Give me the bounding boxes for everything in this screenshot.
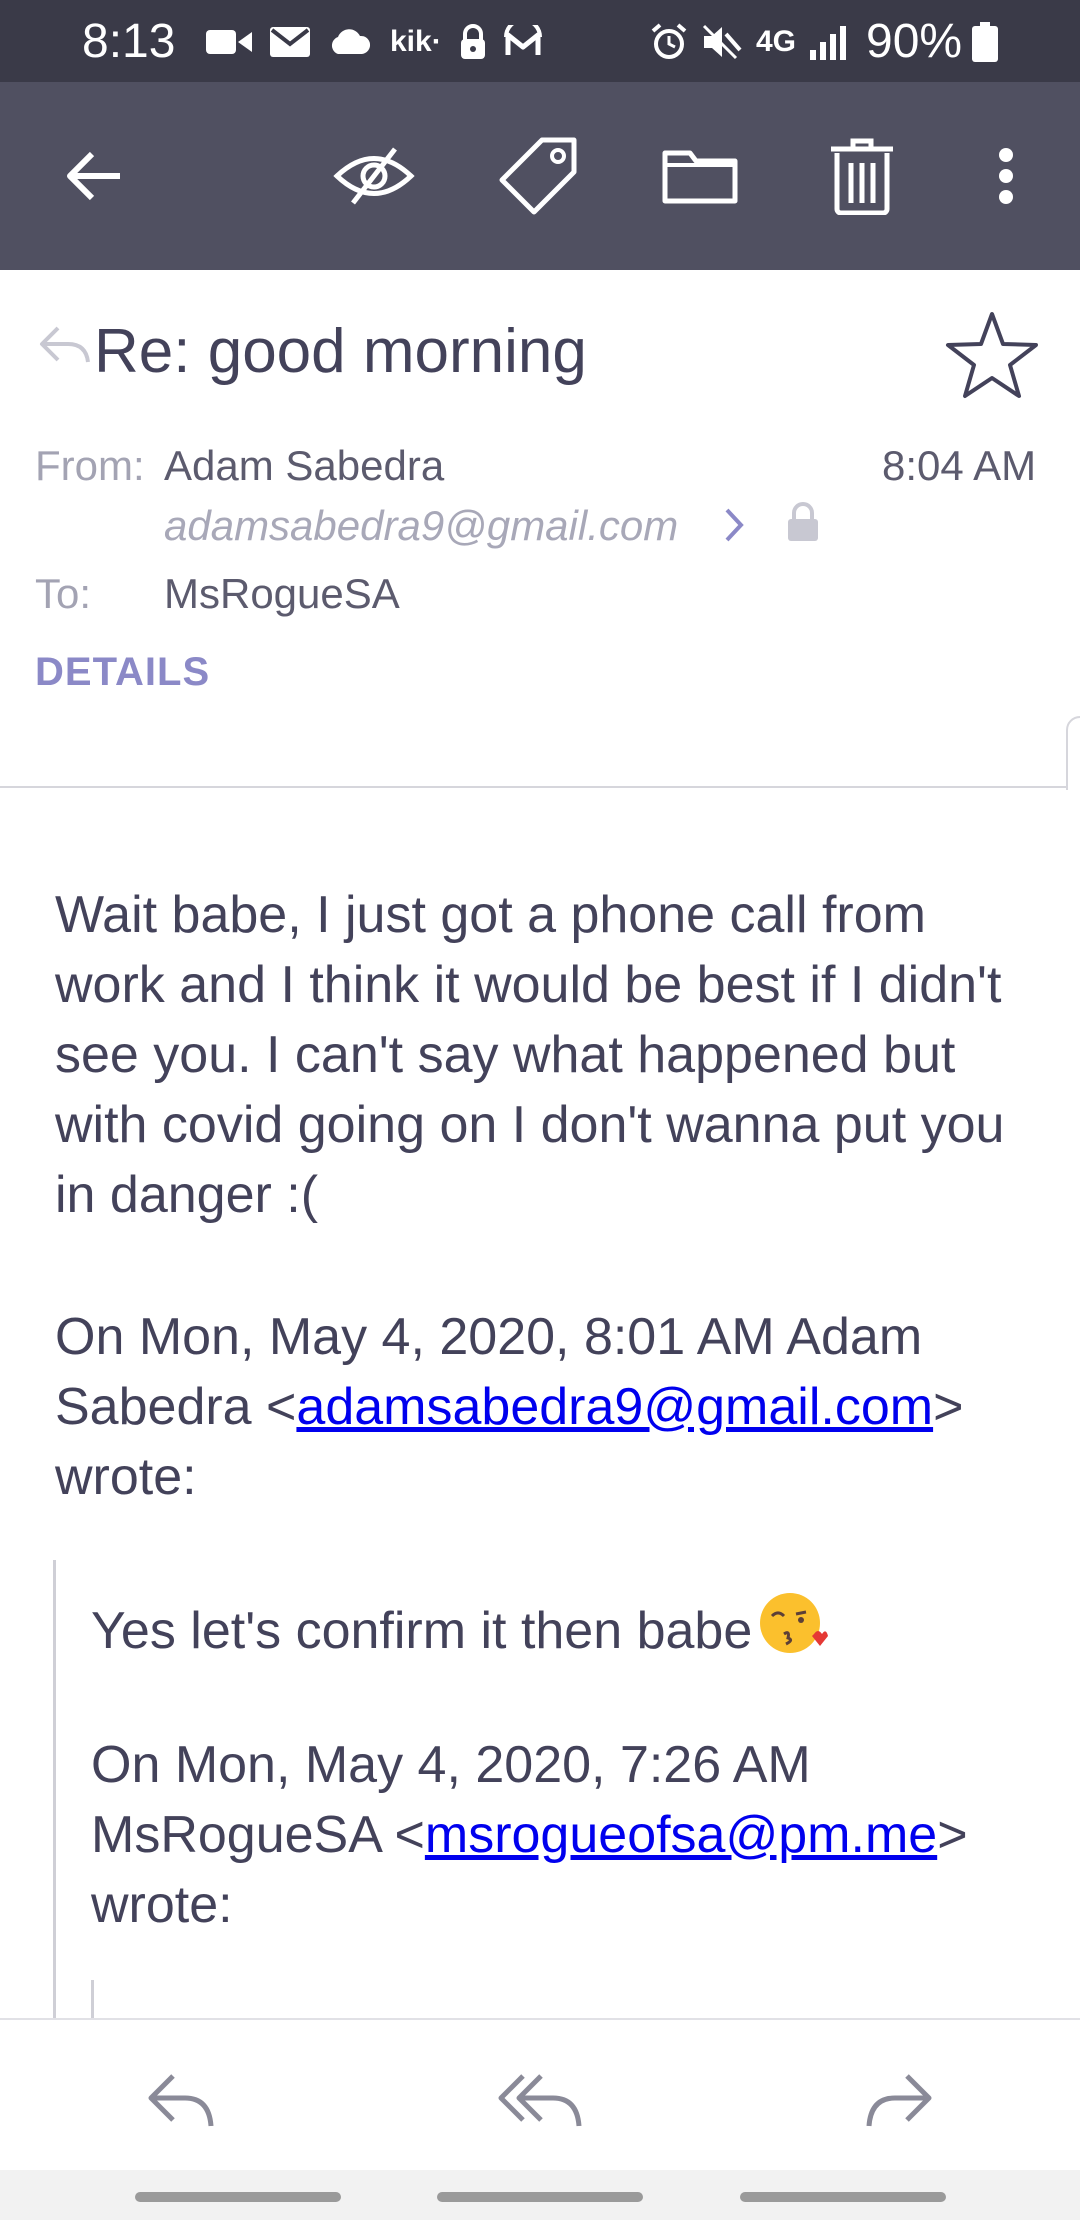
status-time: 8:13	[82, 15, 176, 68]
lock-status-icon	[460, 24, 485, 59]
back-button[interactable]	[44, 126, 144, 226]
label-button[interactable]	[488, 126, 588, 226]
quoted-text: Yes let's confirm it then babe	[91, 1602, 753, 1660]
quoted-message: Yes let's confirm it then babe	[91, 1590, 1051, 1666]
more-vert-icon	[999, 148, 1013, 204]
mute-icon	[702, 24, 742, 60]
system-nav-bar	[0, 2170, 1080, 2220]
video-icon	[206, 30, 252, 54]
message-subject: Re: good morning	[94, 317, 587, 386]
mark-unread-button[interactable]	[324, 126, 424, 226]
replied-icon	[40, 326, 90, 363]
trash-icon	[831, 138, 893, 215]
kik-label: kik·	[390, 25, 442, 58]
delete-button[interactable]	[812, 126, 912, 226]
star-icon[interactable]	[944, 310, 1040, 400]
battery-percent: 90%	[866, 15, 963, 68]
message-actions	[0, 2018, 1080, 2170]
notification-icons: kik·	[206, 18, 542, 66]
battery-icon	[972, 22, 998, 62]
forward-button[interactable]	[850, 2050, 950, 2150]
message-time: 8:04 AM	[882, 442, 1037, 489]
more-options-button[interactable]	[956, 126, 1056, 226]
reply-all-button[interactable]	[490, 2050, 590, 2150]
message-header: Re: good morning From: Adam Sabedra 8:04…	[0, 270, 1080, 1120]
message-body: Wait babe, I just got a phone call from …	[0, 790, 1080, 2018]
message-toolbar	[0, 82, 1080, 270]
status-bar: 8:13 kik· 4G 90%	[0, 0, 1080, 82]
message-text: Wait babe, I just got a phone call from …	[55, 886, 1005, 1224]
move-folder-button[interactable]	[650, 126, 750, 226]
network-type: 4G	[756, 25, 797, 58]
quote-email-link[interactable]: adamsabedra9@gmail.com	[296, 1378, 933, 1436]
sender-email[interactable]: adamsabedra9@gmail.com	[164, 502, 678, 550]
malwarebytes-icon	[503, 25, 542, 55]
blockquote: Yes let's confirm it then babe On Mon, M…	[53, 1560, 1053, 2018]
nav-home-handle[interactable]	[437, 2192, 643, 2202]
system-icons: 4G	[650, 18, 848, 66]
quote-header: On Mon, May 4, 2020, 8:01 AM Adam Sabedr…	[55, 1302, 1045, 1512]
reply-button[interactable]	[130, 2050, 230, 2150]
recipient-name[interactable]: MsRogueSA	[164, 570, 400, 618]
sender-name[interactable]: Adam Sabedra	[164, 442, 444, 490]
back-arrow-icon	[67, 151, 120, 201]
move-folder-icon	[662, 150, 738, 204]
details-link[interactable]: DETAILS	[35, 650, 210, 695]
nav-back-handle[interactable]	[740, 2192, 946, 2202]
quoted-message: yea baby for you i can be	[126, 2010, 986, 2018]
nav-recents-handle[interactable]	[135, 2192, 341, 2202]
reply-icon	[148, 2074, 214, 2127]
forward-icon	[866, 2074, 932, 2127]
alarm-icon	[651, 23, 687, 59]
cloud-icon	[331, 29, 371, 54]
lock-icon	[788, 502, 818, 541]
reply-all-icon	[498, 2074, 582, 2127]
from-label: From:	[35, 442, 145, 489]
kissing-face-emoji-icon	[760, 1593, 829, 1653]
signal-icon	[810, 26, 847, 60]
label-tag-icon	[499, 137, 577, 215]
nested-blockquote: yea baby for you i can be	[91, 1980, 991, 2018]
quote-header: On Mon, May 4, 2020, 7:26 AM MsRogueSA <…	[91, 1730, 1051, 1940]
mail-icon	[270, 27, 310, 57]
to-label: To:	[35, 570, 92, 617]
quote-email-link[interactable]: msrogueofsa@pm.me	[425, 1806, 937, 1864]
chevron-right-icon[interactable]	[722, 504, 746, 546]
mark-unread-icon	[333, 147, 415, 205]
